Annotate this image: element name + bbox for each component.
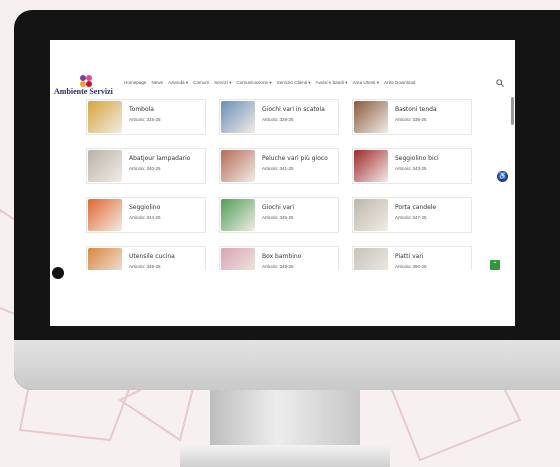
logo-text: Ambiente Servizi [54,87,113,96]
nav-item-avvisi-bandi[interactable]: Avvisi e bandi ▾ [316,80,348,86]
product-thumbnail [221,101,255,133]
nav-item-servizi[interactable]: Servizi ▾ [214,80,231,86]
product-thumbnail [88,199,122,231]
nav-item-homepage[interactable]: Homepage [124,80,146,86]
nav-item-azienda[interactable]: Azienda ▾ [168,80,188,86]
product-title: Seggiolino bici [395,155,439,162]
product-card[interactable]: Giochi vari in scatola Articolo: 329-25 [219,99,339,135]
nav-item-servizio-clienti[interactable]: Servizio Clienti ▾ [277,80,311,86]
monitor-stand-base [180,445,390,467]
product-code: Articolo: 343-25 [395,166,427,171]
product-code: Articolo: 345-25 [262,215,294,220]
product-card[interactable]: Tombola Articolo: 315-25 [86,99,206,135]
product-title: Tombola [129,106,154,113]
site-logo[interactable]: Ambiente Servizi [54,75,116,97]
product-title: Piatti vari [395,253,424,260]
product-code: Articolo: 350-25 [395,264,427,269]
product-code: Articolo: 344-25 [129,215,161,220]
product-card[interactable]: Porta candele Articolo: 347-25 [352,197,472,233]
product-title: Giochi vari [262,204,295,211]
product-thumbnail [354,150,388,182]
product-code: Articolo: 340-25 [129,166,161,171]
product-title: Seggiolino [129,204,161,211]
product-thumbnail [88,101,122,133]
product-code: Articolo: 341-25 [262,166,294,171]
product-card[interactable]: Giochi vari Articolo: 345-25 [219,197,339,233]
accessibility-icon[interactable]: ♿ [497,171,508,182]
product-title: Giochi vari in scatola [262,106,325,113]
search-icon[interactable] [496,79,504,87]
product-thumbnail [221,199,255,231]
nav-item-area-utenti[interactable]: Area Utenti ▾ [352,80,379,86]
page-blank-area [50,270,515,326]
product-code: Articolo: 315-25 [129,117,161,122]
site-header: Ambiente Servizi Homepage News Azienda ▾… [50,72,515,98]
logo-mark-icon [80,75,92,87]
browser-screen: Ambiente Servizi Homepage News Azienda ▾… [50,40,515,326]
product-title: Bastoni tenda [395,106,437,113]
product-card[interactable]: Seggiolino Articolo: 344-25 [86,197,206,233]
nav-item-area-download[interactable]: Area Download [384,80,415,86]
product-thumbnail [88,150,122,182]
scrollbar[interactable] [511,97,514,125]
product-code: Articolo: 349-25 [262,264,294,269]
nav-item-news[interactable]: News [151,80,163,86]
product-title: Abatjour lampadario [129,155,191,162]
product-thumbnail [354,199,388,231]
product-code: Articolo: 335-25 [395,117,427,122]
product-code: Articolo: 348-25 [129,264,161,269]
product-title: Box bambino [262,253,302,260]
back-to-top-button[interactable]: ⌃ [490,260,500,270]
nav-item-comuni[interactable]: Comuni [193,80,209,86]
product-card[interactable]: Abatjour lampadario Articolo: 340-25 [86,148,206,184]
nav-item-comunicazione[interactable]: Comunicazione ▾ [236,80,271,86]
product-card[interactable]: Bastoni tenda Articolo: 335-25 [352,99,472,135]
monitor-chin [14,340,560,390]
product-thumbnail [221,150,255,182]
product-code: Articolo: 329-25 [262,117,294,122]
product-thumbnail [354,101,388,133]
main-nav: Homepage News Azienda ▾ Comuni Servizi ▾… [124,80,415,86]
product-title: Porta candele [395,204,437,211]
product-title: Utensile cucina [129,253,175,260]
product-card[interactable]: Peluche vari più gioco Articolo: 341-25 [219,148,339,184]
product-card[interactable]: Seggiolino bici Articolo: 343-25 [352,148,472,184]
product-code: Articolo: 347-25 [395,215,427,220]
product-title: Peluche vari più gioco [262,155,328,162]
chat-button[interactable] [52,267,64,279]
